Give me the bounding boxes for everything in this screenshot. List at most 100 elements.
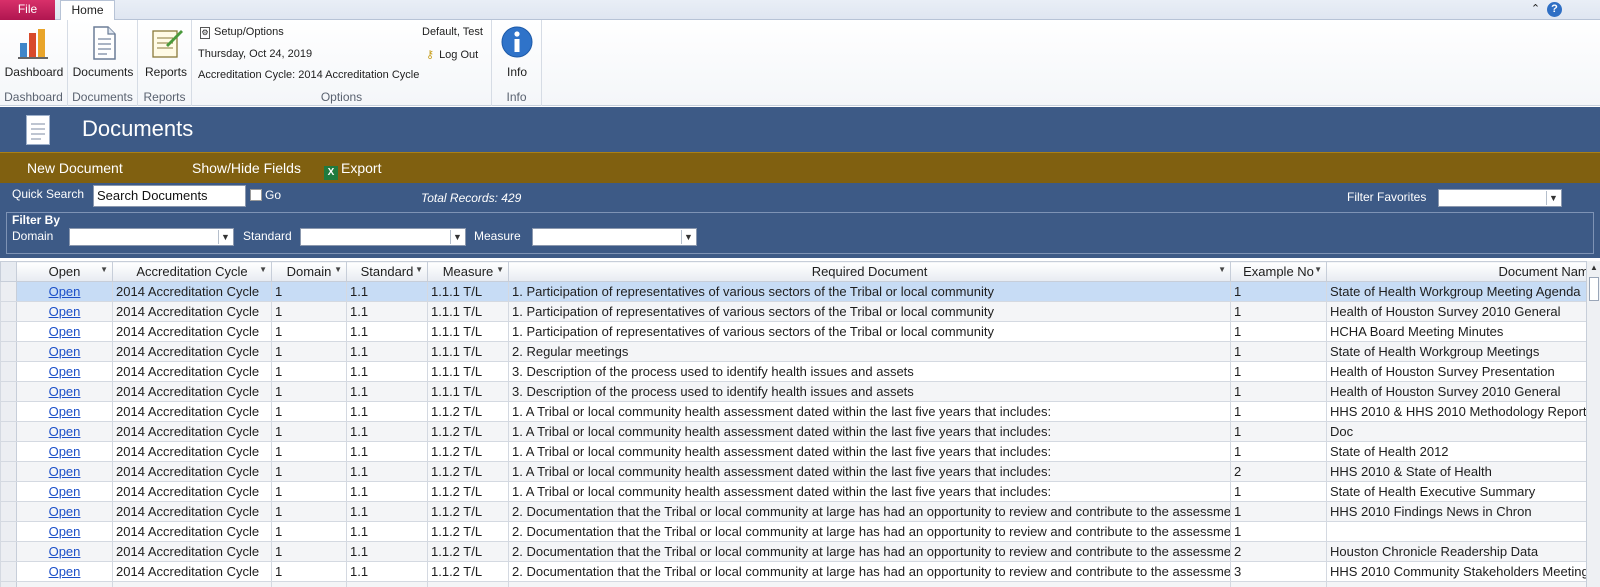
open-link[interactable]: Open (49, 524, 81, 539)
open-link[interactable]: Open (49, 324, 81, 339)
cell-accreditation-cycle[interactable]: 2014 Accreditation Cycle (112, 461, 272, 482)
cell-domain[interactable]: 1 (271, 321, 347, 342)
cell-domain[interactable]: 1 (271, 341, 347, 362)
cell-accreditation-cycle[interactable]: 2014 Accreditation Cycle (112, 541, 272, 562)
table-row[interactable]: Open 2014 Accreditation Cycle 1 1.1 1.1.2 T/… (0, 401, 1586, 422)
cell-measure[interactable]: 1.1.2 T/L (427, 461, 509, 482)
cell-example-no[interactable]: 1 (1230, 321, 1327, 342)
cell-document-name[interactable]: Health of Houston Survey Presentation (1326, 361, 1586, 382)
cell-domain[interactable]: 1 (271, 481, 347, 502)
cell-accreditation-cycle[interactable]: 2014 Accreditation Cycle (112, 561, 272, 582)
cell-standard[interactable]: 1.1 (346, 421, 428, 442)
cell-domain[interactable]: 1 (271, 561, 347, 582)
cell-standard[interactable]: 1.1 (346, 301, 428, 322)
cell-required-document[interactable]: 3. Description of the process used to id… (508, 381, 1231, 402)
cell-domain[interactable]: 1 (271, 441, 347, 462)
scroll-up-icon[interactable]: ▲ (1587, 261, 1600, 275)
cell-example-no[interactable]: 1 (1230, 341, 1327, 362)
cell-required-document[interactable]: 3. Description of the process used to id… (508, 361, 1231, 382)
file-tab[interactable]: File (0, 0, 55, 20)
cell-document-name[interactable] (1326, 521, 1586, 542)
cell-example-no[interactable]: 2 (1230, 541, 1327, 562)
cell-accreditation-cycle[interactable]: 2014 Accreditation Cycle (112, 441, 272, 462)
cell-example-no[interactable]: 1 (1230, 381, 1327, 402)
reports-button[interactable]: Reports (140, 22, 192, 79)
cell-domain[interactable]: 1 (271, 501, 347, 522)
open-link[interactable]: Open (49, 304, 81, 319)
go-button[interactable]: Go (250, 188, 281, 202)
cell-required-document[interactable]: 2. Regular meetings (508, 341, 1231, 362)
cell-document-name[interactable]: Health of Houston Survey 2010 General (1326, 301, 1586, 322)
cell-standard[interactable]: 1.1 (346, 481, 428, 502)
cell-standard[interactable]: 1.1 (346, 381, 428, 402)
column-header-standard[interactable]: Standard ▼ (346, 261, 428, 282)
cell-accreditation-cycle[interactable]: 2014 Accreditation Cycle (112, 421, 272, 442)
cell-example-no[interactable]: 1 (1230, 401, 1327, 422)
column-header-example-no[interactable]: Example No ▼ (1230, 261, 1327, 282)
setup-options-link[interactable]: ⚙ Setup/Options (200, 26, 284, 39)
row-selector[interactable] (0, 521, 17, 542)
cell-domain[interactable]: 1 (271, 461, 347, 482)
table-row[interactable]: Open 2014 Accreditation Cycle 1 1.1 1.1.2 T/… (0, 441, 1586, 462)
cell-standard[interactable]: 1.1 (346, 521, 428, 542)
open-link[interactable]: Open (49, 344, 81, 359)
cell-accreditation-cycle[interactable]: 2014 Accreditation Cycle (112, 521, 272, 542)
logout-button[interactable]: ⚷ Log Out (426, 48, 478, 61)
cell-document-name[interactable]: State of Health 2012 (1326, 441, 1586, 462)
cell-example-no[interactable]: 1 (1230, 521, 1327, 542)
table-row[interactable]: Open 2014 Accreditation Cycle 1 1.1 1.1.1 T/… (0, 321, 1586, 342)
cell-accreditation-cycle[interactable]: 2014 Accreditation Cycle (112, 401, 272, 422)
cell-accreditation-cycle[interactable]: 2014 Accreditation Cycle (112, 341, 272, 362)
export-button[interactable]: X Export (324, 160, 381, 180)
table-row[interactable]: Open 2014 Accreditation Cycle 1 1.1 1.1.2 T/… (0, 421, 1586, 442)
cell-domain[interactable]: 1 (271, 541, 347, 562)
cell-example-no[interactable]: 1 (1230, 301, 1327, 322)
cell-standard[interactable]: 1.1 (346, 561, 428, 582)
cell-example-no[interactable]: 2 (1230, 461, 1327, 482)
row-selector[interactable] (0, 581, 17, 587)
cell-measure[interactable]: 1.1.1 T/L (427, 321, 509, 342)
cell-document-name[interactable] (1326, 581, 1586, 587)
row-selector[interactable] (0, 341, 17, 362)
sort-arrow-icon[interactable]: ▼ (100, 265, 108, 274)
row-selector[interactable] (0, 321, 17, 342)
cell-measure[interactable]: 1.1.1 T/L (427, 381, 509, 402)
standard-filter-dropdown[interactable]: ▼ (300, 228, 466, 246)
cell-example-no[interactable]: 1 (1230, 441, 1327, 462)
column-header-domain[interactable]: Domain ▼ (271, 261, 347, 282)
filter-favorites-dropdown[interactable]: ▼ (1438, 189, 1562, 207)
cell-standard[interactable]: 1.1 (346, 361, 428, 382)
cell-standard[interactable]: 1.1 (346, 461, 428, 482)
sort-arrow-icon[interactable]: ▼ (334, 265, 342, 274)
table-row[interactable]: Open 2014 Accreditation Cycle 1 1.1 1.1.2 T/… (0, 521, 1586, 542)
cell-domain[interactable]: 1 (271, 301, 347, 322)
cell-required-document[interactable]: 1. A Tribal or local community health as… (508, 421, 1231, 442)
cell-required-document[interactable]: 2. Documentation that the Tribal or loca… (508, 521, 1231, 542)
cell-required-document[interactable]: 1. A Tribal or local community health as… (508, 401, 1231, 422)
show-hide-fields-button[interactable]: Show/Hide Fields (192, 160, 301, 176)
open-link[interactable]: Open (49, 424, 81, 439)
open-link[interactable]: Open (49, 504, 81, 519)
cell-domain[interactable]: 1 (271, 521, 347, 542)
row-selector[interactable] (0, 361, 17, 382)
cell-required-document[interactable]: 1. Participation of representatives of v… (508, 281, 1231, 302)
cell-accreditation-cycle[interactable]: 2014 Accreditation Cycle (112, 301, 272, 322)
cell-standard[interactable]: 1.1 (346, 441, 428, 462)
sort-arrow-icon[interactable]: ▼ (1314, 265, 1322, 274)
cell-example-no[interactable]: 1 (1230, 361, 1327, 382)
cell-accreditation-cycle[interactable]: 2014 Accreditation Cycle (112, 501, 272, 522)
cell-document-name[interactable]: HHS 2010 & HHS 2010 Methodology Report (1326, 401, 1586, 422)
cell-document-name[interactable]: State of Health Workgroup Meetings (1326, 341, 1586, 362)
table-row[interactable]: Open 2014 Accreditation Cycle 1 1.1 1.1.2 T/… (0, 461, 1586, 482)
sort-arrow-icon[interactable]: ▼ (415, 265, 423, 274)
cell-measure[interactable]: 1.1.1 T/L (427, 281, 509, 302)
chevron-down-icon[interactable]: ▼ (218, 230, 232, 244)
table-row[interactable]: Open 2014 Accreditation Cycle 1 1.1 1.1.1 T/… (0, 341, 1586, 362)
cell-domain[interactable]: 1 (271, 361, 347, 382)
cell-example-no[interactable] (1230, 581, 1327, 587)
cell-standard[interactable]: 1.1 (346, 541, 428, 562)
cell-document-name[interactable]: Houston Chronicle Readership Data (1326, 541, 1586, 562)
cell-measure[interactable]: 1.1.1 T/L (427, 361, 509, 382)
table-row[interactable]: Open 2014 Accreditation Cycle 1 1.1 1.1.2 T/… (0, 541, 1586, 562)
cell-standard[interactable] (346, 581, 428, 587)
